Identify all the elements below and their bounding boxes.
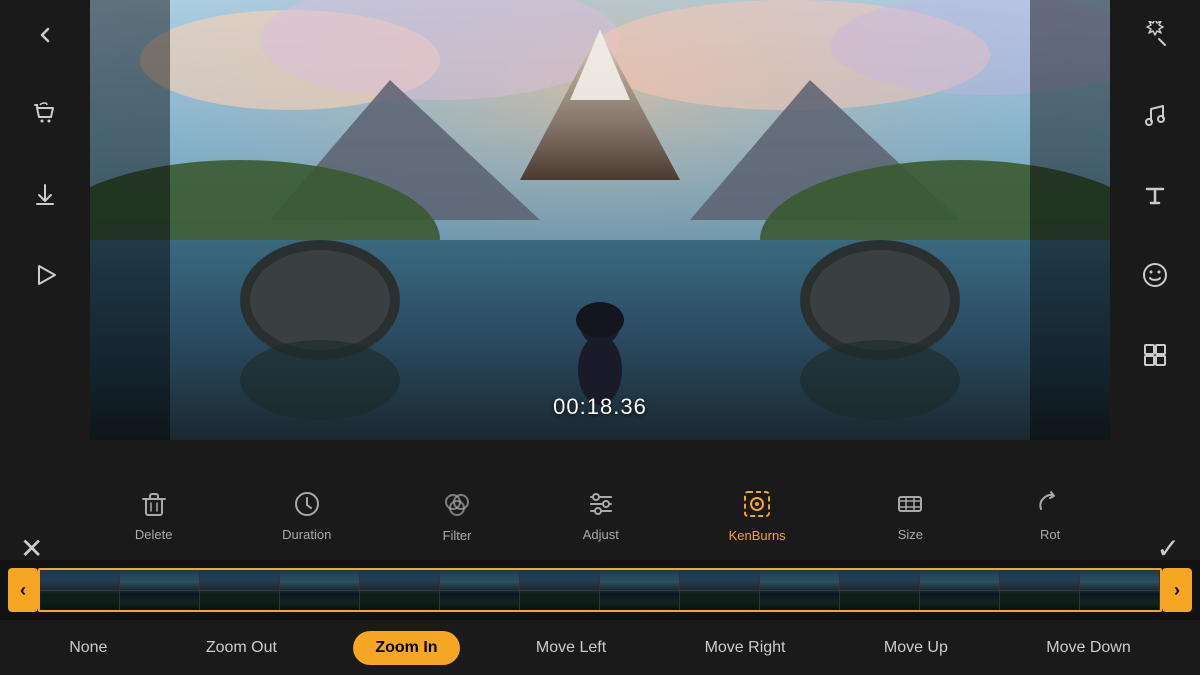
- options-bar: None Zoom Out Zoom In Move Left Move Rig…: [0, 620, 1200, 675]
- option-move-up[interactable]: Move Up: [862, 631, 970, 665]
- text-button[interactable]: [1130, 170, 1180, 220]
- frame-7: [520, 570, 600, 610]
- control-delete[interactable]: Delete: [135, 489, 173, 542]
- music-button[interactable]: [1130, 90, 1180, 140]
- rot-label: Rot: [1040, 527, 1060, 542]
- control-duration[interactable]: Duration: [282, 489, 331, 542]
- right-sidebar: [1110, 0, 1200, 550]
- frame-1: [40, 570, 120, 610]
- layout-button[interactable]: [1130, 330, 1180, 380]
- emoji-button[interactable]: [1130, 250, 1180, 300]
- duration-icon: [292, 489, 322, 519]
- rot-icon: [1035, 489, 1065, 519]
- frame-4: [280, 570, 360, 610]
- size-label: Size: [898, 527, 923, 542]
- timeline-left-button[interactable]: ‹: [8, 568, 38, 612]
- frame-2: [120, 570, 200, 610]
- frame-8: [600, 570, 680, 610]
- delete-icon: [139, 489, 169, 519]
- timeline-strip: ‹ ›: [0, 560, 1200, 620]
- effects-button[interactable]: [1130, 10, 1180, 60]
- frame-5: [360, 570, 440, 610]
- frame-13: [1000, 570, 1080, 610]
- download-button[interactable]: [20, 170, 70, 220]
- size-icon: [895, 489, 925, 519]
- frame-9: [680, 570, 760, 610]
- kenburns-icon: [741, 488, 773, 520]
- filter-icon: [441, 488, 473, 520]
- control-filter[interactable]: Filter: [441, 488, 473, 543]
- shop-button[interactable]: [20, 90, 70, 140]
- timeline-right-button[interactable]: ›: [1162, 568, 1192, 612]
- kenburns-label: KenBurns: [729, 528, 786, 543]
- video-timestamp: 00:18.36: [553, 394, 647, 420]
- controls-bar: Delete Duration Filter: [0, 470, 1200, 560]
- frame-11: [840, 570, 920, 610]
- back-button[interactable]: [20, 10, 70, 60]
- timeline-inner: ‹ ›: [0, 568, 1200, 612]
- confirm-button[interactable]: ✓: [1157, 532, 1180, 565]
- left-sidebar: [0, 0, 90, 550]
- timeline-frames: [38, 568, 1162, 612]
- adjust-label: Adjust: [583, 527, 619, 542]
- option-move-right[interactable]: Move Right: [683, 631, 808, 665]
- control-kenburns[interactable]: KenBurns: [729, 488, 786, 543]
- option-move-left[interactable]: Move Left: [514, 631, 628, 665]
- play-button[interactable]: [20, 250, 70, 300]
- control-size[interactable]: Size: [895, 489, 925, 542]
- control-adjust[interactable]: Adjust: [583, 489, 619, 542]
- control-rot[interactable]: Rot: [1035, 489, 1065, 542]
- frame-3: [200, 570, 280, 610]
- frame-6: [440, 570, 520, 610]
- frame-14: [1080, 570, 1160, 610]
- delete-label: Delete: [135, 527, 173, 542]
- adjust-icon: [586, 489, 616, 519]
- filter-label: Filter: [443, 528, 472, 543]
- option-move-down[interactable]: Move Down: [1024, 631, 1152, 665]
- option-zoom-in[interactable]: Zoom In: [353, 631, 459, 665]
- option-none[interactable]: None: [47, 631, 129, 665]
- option-zoom-out[interactable]: Zoom Out: [184, 631, 299, 665]
- frame-10: [760, 570, 840, 610]
- close-button[interactable]: ✕: [20, 532, 43, 565]
- duration-label: Duration: [282, 527, 331, 542]
- video-preview: 00:18.36: [90, 0, 1110, 440]
- frame-12: [920, 570, 1000, 610]
